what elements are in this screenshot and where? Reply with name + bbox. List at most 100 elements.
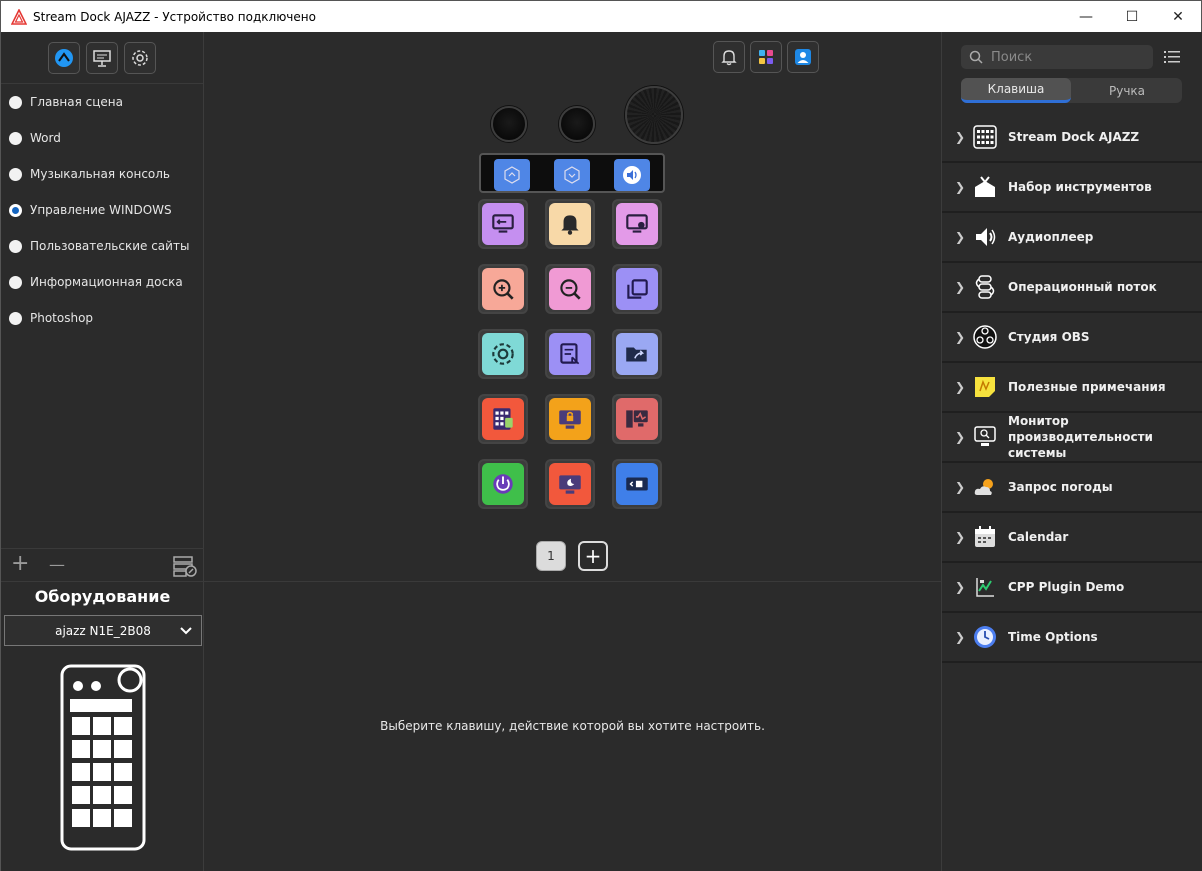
keyboard-icon: [972, 124, 998, 150]
scene-manager-icon[interactable]: [173, 555, 197, 577]
scene-radio[interactable]: [9, 95, 22, 109]
scene-radio[interactable]: [9, 167, 22, 181]
device-preview-icon: [60, 664, 146, 851]
device-key[interactable]: [478, 264, 528, 314]
scene-item[interactable]: Информационная доска: [1, 264, 203, 300]
close-button[interactable]: ✕: [1155, 1, 1201, 32]
strip-key-down[interactable]: [554, 159, 590, 191]
device-key[interactable]: [612, 459, 662, 509]
key-face: [616, 268, 658, 310]
plugin-time-options[interactable]: ❯ Time Options: [942, 613, 1202, 663]
device-key[interactable]: [478, 459, 528, 509]
device-key[interactable]: [478, 329, 528, 379]
chevron-down-icon: [180, 627, 192, 635]
folder-open-icon: [626, 347, 647, 362]
plugin-sticky-notes[interactable]: ❯ Полезные примечания: [942, 363, 1202, 413]
home-button[interactable]: [48, 41, 80, 74]
plugin-obs[interactable]: ❯ Студия OBS: [942, 313, 1202, 363]
device-key[interactable]: [545, 329, 595, 379]
right-panel: Поиск Клавиша Ручка ❯ Stream Dock AJAZZ ❯…: [941, 32, 1202, 871]
device-key[interactable]: [612, 264, 662, 314]
search-box[interactable]: Поиск: [961, 45, 1153, 69]
notifications-button[interactable]: [713, 41, 745, 73]
plugin-audio-player[interactable]: ❯ Аудиоплеер: [942, 213, 1202, 263]
scene-item[interactable]: Word: [1, 120, 203, 156]
plugin-label: Запрос погоды: [1008, 480, 1113, 494]
sticky-note-icon: [972, 374, 998, 400]
bell-icon: [721, 50, 737, 66]
plugin-performance-monitor[interactable]: ❯ Монитор производительности системы: [942, 413, 1202, 463]
left-panel: Главная сцена Word Музыкальная консоль У…: [1, 32, 204, 871]
scene-radio[interactable]: [9, 311, 22, 325]
obs-icon: [972, 324, 998, 350]
scene-radio[interactable]: [9, 239, 22, 253]
device-key[interactable]: [478, 394, 528, 444]
scene-item[interactable]: Пользовательские сайты: [1, 228, 203, 264]
device-key[interactable]: [478, 199, 528, 249]
tab-key[interactable]: Клавиша: [961, 78, 1071, 103]
scene-radio[interactable]: [9, 275, 22, 289]
maximize-button[interactable]: ☐: [1109, 1, 1155, 32]
scene-item[interactable]: Музыкальная консоль: [1, 156, 203, 192]
strip-key-volume[interactable]: [614, 159, 650, 191]
plugin-toolkit[interactable]: ❯ Набор инструментов: [942, 163, 1202, 213]
plugin-label: Полезные примечания: [1008, 380, 1166, 394]
store-button[interactable]: [750, 41, 782, 73]
page-1-button[interactable]: 1: [536, 541, 566, 571]
scene-label: Photoshop: [30, 311, 94, 325]
plugin-label: Операционный поток: [1008, 280, 1157, 294]
device-key[interactable]: [545, 394, 595, 444]
scene-item[interactable]: Photoshop: [1, 300, 203, 336]
minimize-button[interactable]: —: [1063, 1, 1109, 32]
device-key[interactable]: [612, 394, 662, 444]
search-input[interactable]: Поиск: [991, 50, 1032, 65]
settings-button[interactable]: [124, 41, 156, 74]
plugin-weather[interactable]: ❯ Запрос погоды: [942, 463, 1202, 513]
plugin-label: Аудиоплеер: [1008, 230, 1094, 244]
key-face: [549, 398, 591, 440]
account-button[interactable]: [787, 41, 819, 73]
remove-scene-button[interactable]: —: [49, 555, 65, 574]
chevron-right-icon: ❯: [954, 180, 966, 194]
close-icon: ✕: [1172, 8, 1184, 25]
scene-radio-selected[interactable]: [9, 203, 22, 217]
page-number: 1: [547, 549, 555, 563]
device-key[interactable]: [612, 329, 662, 379]
add-page-button[interactable]: +: [578, 541, 608, 571]
device-key[interactable]: [545, 199, 595, 249]
chevron-right-icon: ❯: [954, 230, 966, 244]
workflow-icon: [972, 274, 998, 300]
knob-small-middle[interactable]: [559, 106, 595, 142]
device-key[interactable]: [545, 264, 595, 314]
tab-knob[interactable]: Ручка: [1072, 78, 1182, 103]
scene-radio[interactable]: [9, 131, 22, 145]
plugin-stream-dock[interactable]: ❯ Stream Dock AJAZZ: [942, 113, 1202, 163]
plugin-label: Студия OBS: [1008, 330, 1090, 344]
plugin-cpp-demo[interactable]: ❯ CPP Plugin Demo: [942, 563, 1202, 613]
arrow-up-icon: [504, 166, 520, 184]
scene-label: Пользовательские сайты: [30, 239, 190, 253]
touch-strip: [479, 153, 665, 193]
knob-small-left[interactable]: [491, 106, 527, 142]
add-scene-button[interactable]: +: [11, 551, 29, 576]
device-key[interactable]: [612, 199, 662, 249]
plugin-list: ❯ Stream Dock AJAZZ ❯ Набор инструментов ❯…: [942, 113, 1202, 663]
list-view-icon[interactable]: [1164, 50, 1180, 64]
plugin-workflow[interactable]: ❯ Операционный поток: [942, 263, 1202, 313]
system-monitor-icon: [626, 410, 648, 428]
center-panel: 1 + Выберите клавишу, действие которой в…: [204, 32, 941, 871]
device-select[interactable]: ajazz N1E_2B08: [4, 615, 202, 646]
home-logo-icon: [55, 48, 73, 67]
plugin-calendar[interactable]: ❯ Calendar: [942, 513, 1202, 563]
zoom-out-icon: [560, 279, 581, 300]
strip-key-up[interactable]: [494, 159, 530, 191]
scene-item[interactable]: Управление WINDOWS: [1, 192, 203, 228]
knob-large[interactable]: [625, 86, 683, 144]
gear-icon: [492, 343, 514, 365]
presentation-button[interactable]: [86, 41, 118, 74]
speaker-icon: [972, 224, 998, 250]
device-key[interactable]: [545, 459, 595, 509]
bell-icon: [561, 215, 579, 235]
arrow-down-icon: [564, 166, 580, 184]
scene-item[interactable]: Главная сцена: [1, 84, 203, 120]
